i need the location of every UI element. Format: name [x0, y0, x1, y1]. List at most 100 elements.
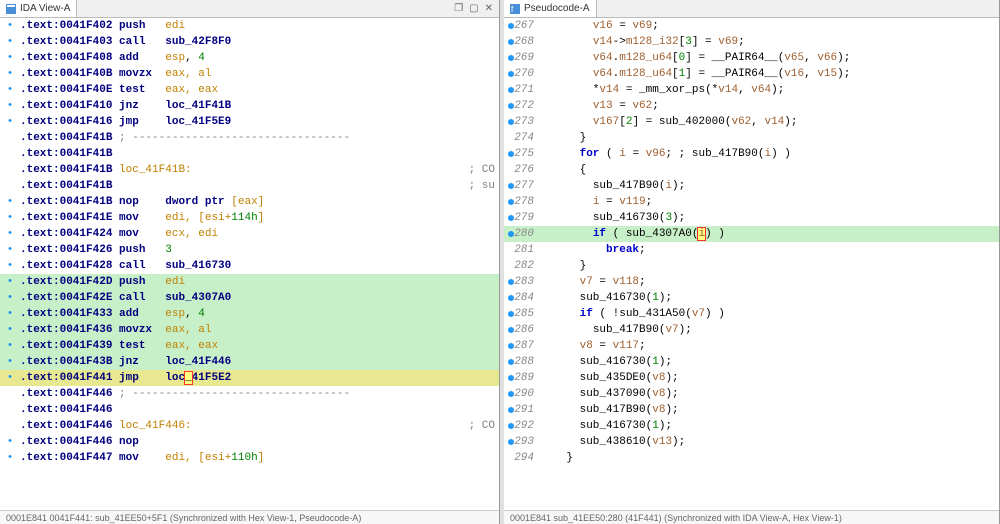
code-text: sub_435DE0(v8); — [540, 370, 999, 386]
view-icon — [6, 4, 16, 14]
asm-line[interactable]: .text:0041F446 ; -----------------------… — [0, 386, 499, 402]
line-number: 271 — [504, 82, 540, 98]
line-number: 285 — [504, 306, 540, 322]
pseudocode-line[interactable]: 290 sub_437090(v8); — [504, 386, 999, 402]
pseudocode-line[interactable]: 286 sub_417B90(v7); — [504, 322, 999, 338]
asm-line[interactable]: •.text:0041F402 push edi — [0, 18, 499, 34]
asm-line[interactable]: .text:0041F446 — [0, 402, 499, 418]
pseudocode-line[interactable]: 281 break; — [504, 242, 999, 258]
asm-line[interactable]: •.text:0041F42E call sub_4307A0 — [0, 290, 499, 306]
pseudocode-line[interactable]: 267 v16 = v69; — [504, 18, 999, 34]
tab-ida-view[interactable]: IDA View-A — [0, 0, 77, 17]
pseudocode-line[interactable]: 285 if ( !sub_431A50(v7) ) — [504, 306, 999, 322]
pseudocode-line[interactable]: 272 v13 = v62; — [504, 98, 999, 114]
pseudocode-line[interactable]: 275 for ( i = v96; ; sub_417B90(i) ) — [504, 146, 999, 162]
asm-text: .text:0041F446 ; -----------------------… — [20, 386, 499, 402]
pseudocode-line[interactable]: 293 sub_438610(v13); — [504, 434, 999, 450]
asm-line[interactable]: •.text:0041F433 add esp, 4 — [0, 306, 499, 322]
code-text: sub_438610(v13); — [540, 434, 999, 450]
asm-line[interactable]: •.text:0041F428 call sub_416730 — [0, 258, 499, 274]
pseudocode-line[interactable]: 279 sub_416730(3); — [504, 210, 999, 226]
asm-line[interactable]: •.text:0041F424 mov ecx, edi — [0, 226, 499, 242]
asm-text: .text:0041F403 call sub_42F8F0 — [20, 34, 499, 50]
pseudocode-line[interactable]: 292 sub_416730(1); — [504, 418, 999, 434]
asm-line[interactable]: .text:0041F41B ; su — [0, 178, 499, 194]
asm-line[interactable]: •.text:0041F403 call sub_42F8F0 — [0, 34, 499, 50]
asm-line[interactable]: •.text:0041F40B movzx eax, al — [0, 66, 499, 82]
line-number: 287 — [504, 338, 540, 354]
pseudocode-line[interactable]: 271 *v14 = _mm_xor_ps(*v14, v64); — [504, 82, 999, 98]
asm-line[interactable]: •.text:0041F43B jnz loc_41F446 — [0, 354, 499, 370]
gutter-marker: • — [0, 98, 20, 114]
asm-line[interactable]: •.text:0041F41B nop dword ptr [eax] — [0, 194, 499, 210]
restore-icon[interactable]: ❐ — [454, 3, 463, 14]
gutter-marker — [0, 386, 20, 402]
line-number: 277 — [504, 178, 540, 194]
asm-line[interactable]: •.text:0041F441 jmp loc_41F5E2 — [0, 370, 499, 386]
asm-text: .text:0041F41E mov edi, [esi+114h] — [20, 210, 499, 226]
pseudocode-listing[interactable]: 267 v16 = v69;268 v14->m128_i32[3] = v69… — [504, 18, 999, 510]
pseudocode-line[interactable]: 270 v64.m128_u64[1] = __PAIR64__(v16, v1… — [504, 66, 999, 82]
code-text: sub_437090(v8); — [540, 386, 999, 402]
line-number: 274 — [504, 130, 540, 146]
pseudocode-line[interactable]: 288 sub_416730(1); — [504, 354, 999, 370]
pseudocode-line[interactable]: 280 if ( sub_4307A0(i) ) — [504, 226, 999, 242]
asm-line[interactable]: •.text:0041F410 jnz loc_41F41B — [0, 98, 499, 114]
pseudocode-line[interactable]: 278 i = v119; — [504, 194, 999, 210]
gutter-marker: • — [0, 370, 20, 386]
code-text: sub_417B90(v8); — [540, 402, 999, 418]
asm-line[interactable]: .text:0041F446 loc_41F446:; CO — [0, 418, 499, 434]
pseudocode-line[interactable]: 282 } — [504, 258, 999, 274]
right-status-bar: 0001E841 sub_41EE50:280 (41F441) (Synchr… — [504, 510, 999, 524]
gutter-marker: • — [0, 354, 20, 370]
pseudocode-line[interactable]: 294 } — [504, 450, 999, 466]
asm-line[interactable]: .text:0041F41B loc_41F41B:; CO — [0, 162, 499, 178]
gutter-marker: • — [0, 450, 20, 466]
asm-line[interactable]: •.text:0041F40E test eax, eax — [0, 82, 499, 98]
maximize-icon[interactable]: ▢ — [469, 3, 478, 14]
asm-line[interactable]: .text:0041F41B — [0, 146, 499, 162]
line-number: 293 — [504, 434, 540, 450]
pseudocode-line[interactable]: 291 sub_417B90(v8); — [504, 402, 999, 418]
disassembly-listing[interactable]: •.text:0041F402 push edi•.text:0041F403 … — [0, 18, 499, 510]
asm-line[interactable]: •.text:0041F426 push 3 — [0, 242, 499, 258]
close-icon[interactable]: ✕ — [485, 3, 493, 14]
pseudocode-line[interactable]: 284 sub_416730(1); — [504, 290, 999, 306]
pseudocode-line[interactable]: 269 v64.m128_u64[0] = __PAIR64__(v65, v6… — [504, 50, 999, 66]
asm-text: .text:0041F428 call sub_416730 — [20, 258, 499, 274]
asm-line[interactable]: •.text:0041F439 test eax, eax — [0, 338, 499, 354]
asm-line[interactable]: •.text:0041F408 add esp, 4 — [0, 50, 499, 66]
asm-text: .text:0041F446 loc_41F446:; CO — [20, 418, 499, 434]
code-text: sub_416730(1); — [540, 354, 999, 370]
pseudocode-line[interactable]: 273 v167[2] = sub_402000(v62, v14); — [504, 114, 999, 130]
pseudocode-line[interactable]: 276 { — [504, 162, 999, 178]
code-text: v14->m128_i32[3] = v69; — [540, 34, 999, 50]
asm-text: .text:0041F402 push edi — [20, 18, 499, 34]
gutter-marker: • — [0, 66, 20, 82]
code-text: { — [540, 162, 999, 178]
code-text: if ( !sub_431A50(v7) ) — [540, 306, 999, 322]
pseudocode-line[interactable]: 287 v8 = v117; — [504, 338, 999, 354]
line-number: 282 — [504, 258, 540, 274]
asm-text: .text:0041F408 add esp, 4 — [20, 50, 499, 66]
pseudocode-line[interactable]: 268 v14->m128_i32[3] = v69; — [504, 34, 999, 50]
asm-text: .text:0041F410 jnz loc_41F41B — [20, 98, 499, 114]
asm-line[interactable]: •.text:0041F446 nop — [0, 434, 499, 450]
asm-line[interactable]: •.text:0041F447 mov edi, [esi+110h] — [0, 450, 499, 466]
tab-pseudocode[interactable]: f Pseudocode-A — [504, 0, 597, 17]
asm-line[interactable]: •.text:0041F41E mov edi, [esi+114h] — [0, 210, 499, 226]
asm-text: .text:0041F41B ; su — [20, 178, 499, 194]
gutter-marker: • — [0, 306, 20, 322]
pseudocode-line[interactable]: 289 sub_435DE0(v8); — [504, 370, 999, 386]
asm-text: .text:0041F446 — [20, 402, 499, 418]
asm-line[interactable]: •.text:0041F42D push edi — [0, 274, 499, 290]
pseudocode-line[interactable]: 274 } — [504, 130, 999, 146]
pseudocode-line[interactable]: 283 v7 = v118; — [504, 274, 999, 290]
line-number: 294 — [504, 450, 540, 466]
asm-line[interactable]: •.text:0041F416 jmp loc_41F5E9 — [0, 114, 499, 130]
asm-line[interactable]: •.text:0041F436 movzx eax, al — [0, 322, 499, 338]
left-tab-bar: IDA View-A ❐ ▢ ✕ — [0, 0, 499, 18]
asm-line[interactable]: .text:0041F41B ; -----------------------… — [0, 130, 499, 146]
gutter-marker: • — [0, 194, 20, 210]
pseudocode-line[interactable]: 277 sub_417B90(i); — [504, 178, 999, 194]
